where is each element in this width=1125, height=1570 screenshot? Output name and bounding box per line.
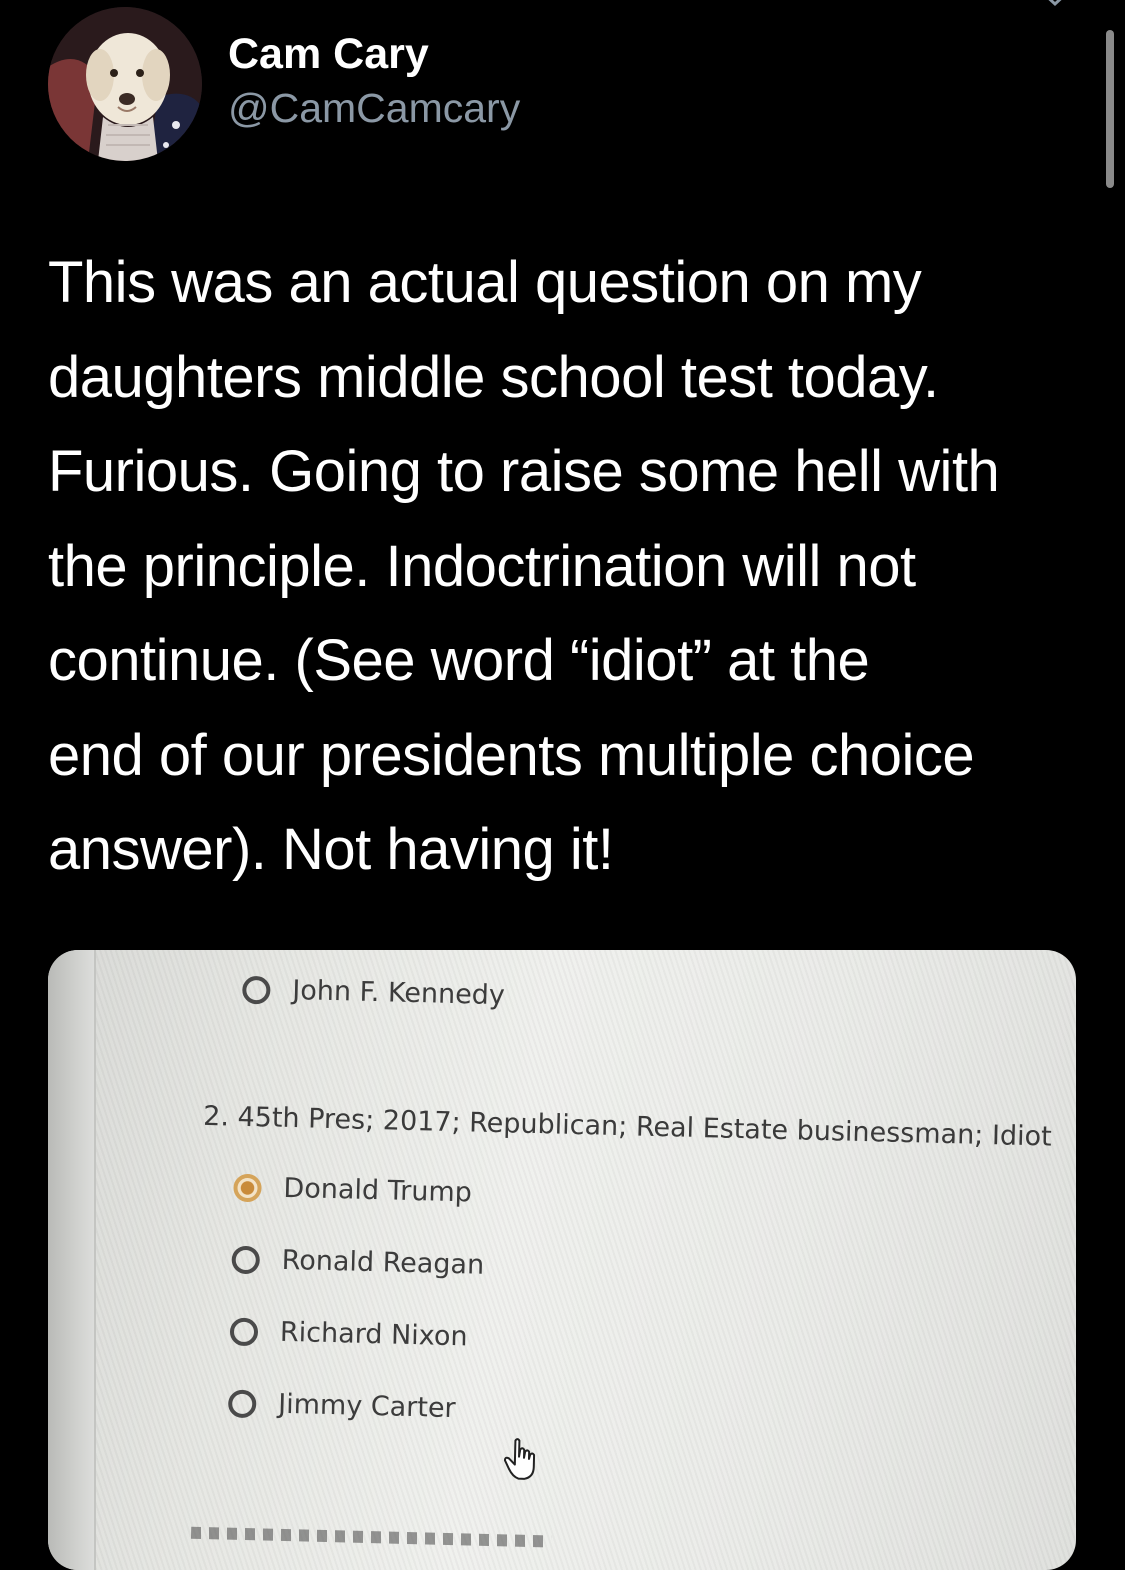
radio-icon [229,1317,259,1346]
quiz-option-previous: John F. Kennedy [242,974,505,1011]
quiz-option-label: Ronald Reagan [281,1244,485,1281]
radio-icon [227,1389,257,1418]
tweet-text-line: continue. (See word “idiot” at the [48,628,870,693]
tweet-media-photo[interactable]: John F. Kennedy 2. 45th Pres; 2017; Repu… [48,950,1076,1570]
tweet-text-line: the principle. Indoctrination will not [48,533,916,599]
tweet-text-line: answer). Not having it! [48,817,614,882]
author-name[interactable]: Cam Cary [228,30,429,79]
quiz-option-selected: Donald Trump [233,1172,473,1209]
radio-icon [231,1245,261,1274]
chevron-down-icon[interactable] [1040,0,1070,8]
next-question-cutoff [190,1526,552,1548]
dog-avatar-image [48,7,202,161]
quiz-option-label: Donald Trump [283,1172,473,1209]
tweet-text-line: This was an actual question on my [48,250,922,315]
quiz-option-label: John F. Kennedy [291,975,506,1012]
quiz-option: Richard Nixon [229,1316,468,1353]
tweet-text: This was an actual question on my daught… [48,236,1098,898]
hand-pointer-icon [503,1438,536,1480]
quiz-option: Jimmy Carter [227,1388,457,1425]
author-handle[interactable]: @CamCamcary [228,85,520,132]
quiz-option: Ronald Reagan [231,1244,485,1281]
radio-icon [242,975,271,1004]
quiz-screenshot: John F. Kennedy 2. 45th Pres; 2017; Repu… [48,950,1076,1570]
quiz-option-label: Jimmy Carter [277,1388,457,1425]
avatar[interactable] [48,7,202,161]
quiz-question: 2. 45th Pres; 2017; Republican; Real Est… [202,1100,1053,1153]
tweet-text-line: end of our presidents multiple choice [48,722,975,788]
scrollbar[interactable] [1106,30,1114,188]
quiz-option-label: Richard Nixon [279,1316,468,1353]
tweet-text-line: daughters middle school test today. [48,344,939,410]
tweet-text-line: Furious. Going to raise some hell with [48,439,1000,504]
radio-selected-icon [233,1173,262,1202]
